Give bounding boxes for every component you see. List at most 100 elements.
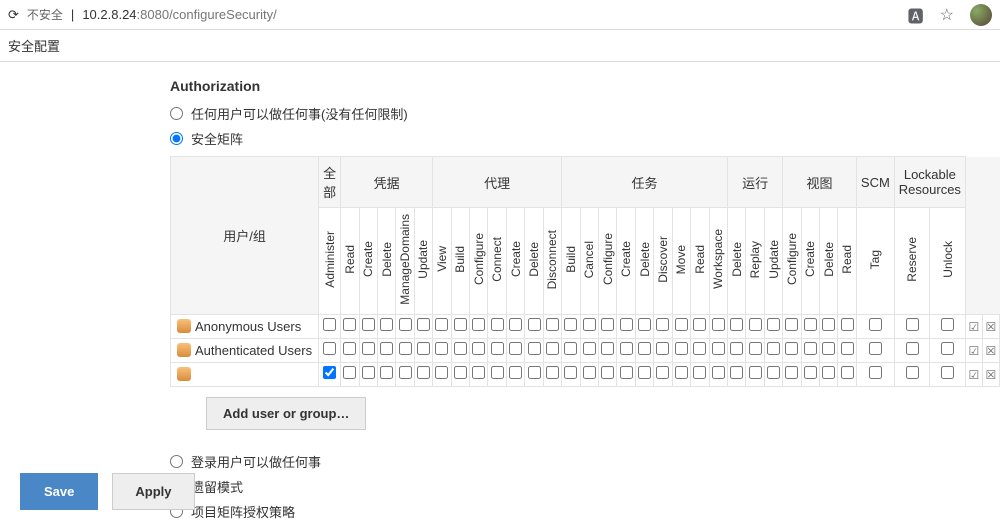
perm-checkbox[interactable] <box>435 342 448 355</box>
perm-checkbox[interactable] <box>601 318 614 331</box>
perm-checkbox[interactable] <box>730 366 743 379</box>
clear-all-icon[interactable]: ☒ <box>986 344 997 358</box>
perm-checkbox[interactable] <box>822 342 835 355</box>
perm-checkbox[interactable] <box>362 342 375 355</box>
perm-checkbox[interactable] <box>472 366 485 379</box>
select-all-icon[interactable]: ☑ <box>968 320 979 334</box>
star-icon[interactable]: ☆ <box>940 5 954 25</box>
perm-checkbox[interactable] <box>804 318 817 331</box>
save-button[interactable]: Save <box>20 473 98 510</box>
perm-checkbox[interactable] <box>509 342 522 355</box>
perm-checkbox[interactable] <box>380 342 393 355</box>
perm-checkbox[interactable] <box>546 366 559 379</box>
perm-checkbox[interactable] <box>380 366 393 379</box>
radio-anyone-input[interactable] <box>170 107 183 120</box>
perm-checkbox[interactable] <box>656 366 669 379</box>
perm-checkbox[interactable] <box>380 318 393 331</box>
perm-checkbox[interactable] <box>785 366 798 379</box>
perm-checkbox[interactable] <box>693 342 706 355</box>
perm-checkbox[interactable] <box>804 342 817 355</box>
perm-checkbox[interactable] <box>804 366 817 379</box>
perm-checkbox[interactable] <box>749 342 762 355</box>
perm-checkbox[interactable] <box>785 342 798 355</box>
perm-checkbox[interactable] <box>472 342 485 355</box>
perm-checkbox[interactable] <box>399 342 412 355</box>
profile-avatar[interactable] <box>970 4 992 26</box>
perm-checkbox[interactable] <box>941 342 954 355</box>
perm-checkbox[interactable] <box>712 342 725 355</box>
perm-checkbox[interactable] <box>620 342 633 355</box>
perm-checkbox[interactable] <box>638 318 651 331</box>
perm-checkbox[interactable] <box>528 342 541 355</box>
perm-checkbox[interactable] <box>712 318 725 331</box>
perm-checkbox[interactable] <box>675 366 688 379</box>
perm-checkbox[interactable] <box>491 342 504 355</box>
perm-checkbox[interactable] <box>417 318 430 331</box>
perm-checkbox[interactable] <box>822 318 835 331</box>
perm-checkbox[interactable] <box>638 342 651 355</box>
clear-all-icon[interactable]: ☒ <box>986 368 997 382</box>
translate-icon[interactable]: 🅰 <box>908 3 924 27</box>
perm-checkbox[interactable] <box>749 366 762 379</box>
perm-checkbox[interactable] <box>730 342 743 355</box>
perm-checkbox[interactable] <box>323 366 336 379</box>
perm-checkbox[interactable] <box>785 318 798 331</box>
perm-checkbox[interactable] <box>693 318 706 331</box>
perm-checkbox[interactable] <box>491 318 504 331</box>
perm-checkbox[interactable] <box>601 366 614 379</box>
perm-checkbox[interactable] <box>712 366 725 379</box>
perm-checkbox[interactable] <box>869 366 882 379</box>
perm-checkbox[interactable] <box>343 342 356 355</box>
perm-checkbox[interactable] <box>509 318 522 331</box>
perm-checkbox[interactable] <box>941 318 954 331</box>
perm-checkbox[interactable] <box>841 342 854 355</box>
perm-checkbox[interactable] <box>869 342 882 355</box>
perm-checkbox[interactable] <box>546 318 559 331</box>
perm-checkbox[interactable] <box>869 318 882 331</box>
perm-checkbox[interactable] <box>906 366 919 379</box>
perm-checkbox[interactable] <box>454 342 467 355</box>
perm-checkbox[interactable] <box>343 366 356 379</box>
perm-checkbox[interactable] <box>767 342 780 355</box>
radio-matrix-input[interactable] <box>170 132 183 145</box>
perm-checkbox[interactable] <box>399 318 412 331</box>
perm-checkbox[interactable] <box>564 318 577 331</box>
radio-loggedin-input[interactable] <box>170 455 183 468</box>
url-text[interactable]: 10.2.8.24:8080/configureSecurity/ <box>82 7 276 22</box>
apply-button[interactable]: Apply <box>112 473 194 510</box>
add-user-group-button[interactable]: Add user or group… <box>206 397 366 430</box>
perm-checkbox[interactable] <box>323 318 336 331</box>
perm-checkbox[interactable] <box>417 366 430 379</box>
select-all-icon[interactable]: ☑ <box>968 344 979 358</box>
auth-radio-legacy[interactable]: 遗留模式 <box>170 477 1000 496</box>
auth-radio-project[interactable]: 项目矩阵授权策略 <box>170 502 1000 521</box>
reload-icon[interactable]: ⟳ <box>8 7 19 23</box>
breadcrumb-page[interactable]: 安全配置 <box>8 39 60 54</box>
perm-checkbox[interactable] <box>675 318 688 331</box>
perm-checkbox[interactable] <box>528 366 541 379</box>
auth-radio-loggedin[interactable]: 登录用户可以做任何事 <box>170 452 1000 471</box>
perm-checkbox[interactable] <box>583 366 596 379</box>
perm-checkbox[interactable] <box>454 366 467 379</box>
perm-checkbox[interactable] <box>767 366 780 379</box>
perm-checkbox[interactable] <box>491 366 504 379</box>
perm-checkbox[interactable] <box>509 366 522 379</box>
perm-checkbox[interactable] <box>822 366 835 379</box>
perm-checkbox[interactable] <box>564 342 577 355</box>
perm-checkbox[interactable] <box>620 366 633 379</box>
select-all-icon[interactable]: ☑ <box>968 368 979 382</box>
perm-checkbox[interactable] <box>362 318 375 331</box>
perm-checkbox[interactable] <box>417 342 430 355</box>
perm-checkbox[interactable] <box>620 318 633 331</box>
auth-radio-matrix[interactable]: 安全矩阵 <box>170 129 1000 148</box>
perm-checkbox[interactable] <box>941 366 954 379</box>
perm-checkbox[interactable] <box>749 318 762 331</box>
perm-checkbox[interactable] <box>564 366 577 379</box>
perm-checkbox[interactable] <box>343 318 356 331</box>
perm-checkbox[interactable] <box>583 318 596 331</box>
perm-checkbox[interactable] <box>583 342 596 355</box>
perm-checkbox[interactable] <box>693 366 706 379</box>
perm-checkbox[interactable] <box>656 342 669 355</box>
perm-checkbox[interactable] <box>399 366 412 379</box>
perm-checkbox[interactable] <box>841 366 854 379</box>
